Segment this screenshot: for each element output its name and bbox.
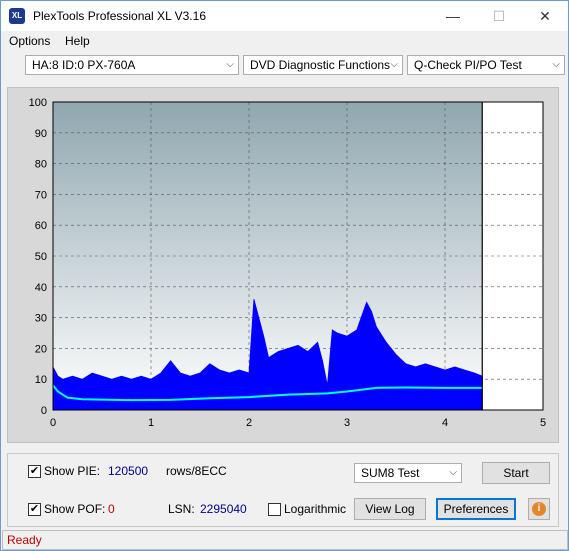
pof-value: 0	[108, 502, 115, 516]
y-tick-label: 40	[35, 282, 47, 294]
close-icon[interactable]: ✕	[522, 1, 568, 31]
y-tick-label: 10	[35, 374, 47, 386]
info-icon: i	[532, 502, 546, 516]
window-title: PlexTools Professional XL V3.16	[33, 9, 206, 23]
sum-test-select[interactable]: SUM8 Test ⌵	[354, 463, 462, 483]
show-pof-label: Show POF:	[44, 502, 106, 516]
menu-help[interactable]: Help	[65, 34, 90, 48]
y-tick-label: 20	[35, 343, 47, 355]
lsn-label: LSN:	[168, 502, 195, 516]
menu-options[interactable]: Options	[9, 34, 50, 48]
function-select[interactable]: DVD Diagnostic Functions ⌵	[243, 55, 403, 75]
y-tick-label: 80	[35, 159, 47, 171]
y-tick-label: 70	[35, 189, 47, 201]
y-tick-label: 50	[35, 251, 47, 263]
sum-test-value: SUM8 Test	[361, 466, 420, 480]
app-window: XL PlexTools Professional XL V3.16 — ☐ ✕…	[0, 0, 569, 551]
logarithmic-label: Logarithmic	[284, 502, 347, 516]
maximize-icon[interactable]: ☐	[476, 1, 522, 31]
chart-frame: 100 90 80 70 60 50 40 30 20 10 0 0 1 2 3 4 5	[7, 87, 559, 443]
info-button[interactable]: i	[528, 498, 550, 520]
test-select[interactable]: Q-Check PI/PO Test ⌵	[407, 55, 565, 75]
pipo-chart: 10090807060504030201000 1 2 3 4 5	[29, 97, 546, 429]
title-bar: XL PlexTools Professional XL V3.16 — ☐ ✕	[1, 1, 568, 31]
y-tick-label: 0	[41, 405, 47, 417]
drive-select-value: HA:8 ID:0 PX-760A	[32, 58, 136, 72]
start-button[interactable]: Start	[482, 462, 550, 484]
show-pie-checkbox[interactable]: ✔	[28, 465, 41, 478]
control-panel: ✔ Show PIE: 120500 rows/8ECC ✔ Show POF:…	[7, 453, 559, 527]
show-pof-checkbox[interactable]: ✔	[28, 503, 41, 516]
chevron-down-icon: ⌵	[552, 59, 560, 70]
show-pie-label: Show PIE:	[44, 464, 101, 478]
pie-value: 120500	[108, 464, 149, 478]
menu-bar: Options Help	[1, 31, 568, 51]
chevron-down-icon: ⌵	[390, 59, 398, 70]
function-select-value: DVD Diagnostic Functions	[250, 58, 391, 72]
y-tick-label: 100	[29, 97, 47, 109]
lsn-value: 2295040	[200, 502, 247, 516]
y-tick-label: 90	[35, 128, 47, 140]
logarithmic-checkbox[interactable]	[268, 503, 281, 516]
minimize-icon[interactable]: —	[430, 1, 476, 31]
preferences-button[interactable]: Preferences	[436, 498, 516, 520]
x-tick-label: 0	[50, 417, 56, 429]
x-tick-label: 4	[442, 417, 448, 429]
y-tick-label: 30	[35, 313, 47, 325]
app-logo-icon: XL	[9, 8, 25, 24]
x-tick-label: 2	[246, 417, 252, 429]
chevron-down-icon: ⌵	[226, 59, 234, 70]
test-select-value: Q-Check PI/PO Test	[414, 58, 522, 72]
pie-unit: rows/8ECC	[166, 464, 227, 478]
x-tick-label: 3	[344, 417, 350, 429]
view-log-button[interactable]: View Log	[354, 498, 426, 520]
chevron-down-icon: ⌵	[449, 467, 457, 478]
y-tick-label: 60	[35, 220, 47, 232]
x-tick-label: 5	[540, 417, 546, 429]
status-text: Ready	[7, 533, 42, 547]
drive-select[interactable]: HA:8 ID:0 PX-760A ⌵	[25, 55, 239, 75]
x-tick-label: 1	[148, 417, 154, 429]
status-bar: Ready	[2, 530, 568, 550]
